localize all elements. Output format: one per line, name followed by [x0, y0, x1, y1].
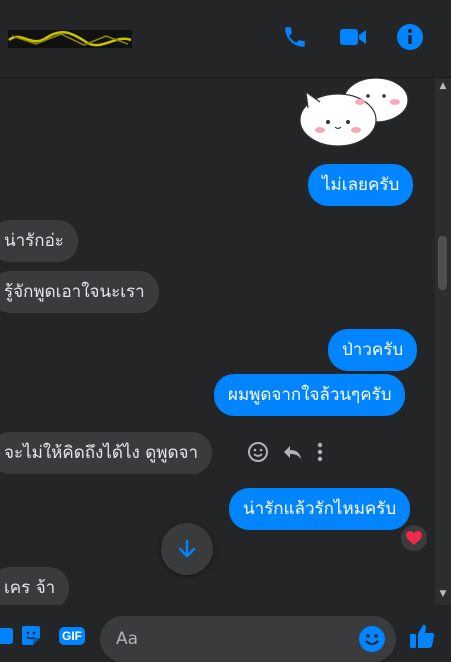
message-bubble-outgoing[interactable]: ผมพูดจากใจล้วนๆครับ	[214, 374, 406, 416]
message-bubble-incoming[interactable]: เคร จ้า	[0, 567, 70, 605]
message-input[interactable]	[100, 616, 340, 662]
emoji-icon[interactable]	[358, 625, 386, 653]
scrollbar[interactable]: ▲ ▼	[435, 78, 451, 605]
phone-icon[interactable]	[280, 22, 310, 52]
thumbs-up-icon[interactable]	[406, 620, 438, 652]
message-composer[interactable]	[100, 616, 396, 662]
sticker-message[interactable]	[298, 78, 410, 148]
scroll-down-arrow-icon[interactable]: ▼	[438, 589, 448, 599]
message-list[interactable]: ไม่เลยครับ น่ารักอ่ะ รู้จักพูดเอาใจนะเรา…	[0, 78, 451, 605]
chat-header	[0, 0, 451, 78]
message-actions	[247, 438, 325, 470]
more-options-icon[interactable]	[315, 441, 325, 467]
sticker-icon[interactable]	[17, 622, 45, 650]
photo-icon[interactable]	[0, 622, 18, 650]
info-icon[interactable]	[395, 22, 425, 52]
message-bubble-outgoing[interactable]: น่ารักแล้วรักไหมครับ	[229, 488, 411, 530]
heart-reaction-icon[interactable]	[399, 523, 429, 553]
composer-bar: GIF	[0, 606, 451, 662]
message-bubble-outgoing[interactable]: ป่าวครับ	[328, 329, 418, 371]
message-bubble-incoming[interactable]: น่ารักอ่ะ	[0, 220, 78, 262]
scroll-up-arrow-icon[interactable]: ▲	[438, 81, 448, 91]
reply-icon[interactable]	[281, 441, 303, 467]
scroll-to-bottom-button[interactable]	[161, 523, 213, 575]
gif-icon[interactable]: GIF	[57, 622, 87, 650]
react-smiley-icon[interactable]	[247, 441, 269, 467]
contact-name-redacted[interactable]	[6, 24, 134, 54]
message-bubble-outgoing[interactable]: ไม่เลยครับ	[308, 164, 414, 206]
message-bubble-incoming[interactable]: จะไม่ให้คิดถึงได้ไง ดูพูดจา	[0, 432, 212, 474]
message-bubble-incoming[interactable]: รู้จักพูดเอาใจนะเรา	[0, 271, 159, 313]
arrow-down-icon	[178, 539, 196, 558]
scrollbar-thumb[interactable]	[438, 236, 447, 290]
video-icon[interactable]	[338, 22, 368, 52]
gif-label: GIF	[59, 627, 85, 645]
